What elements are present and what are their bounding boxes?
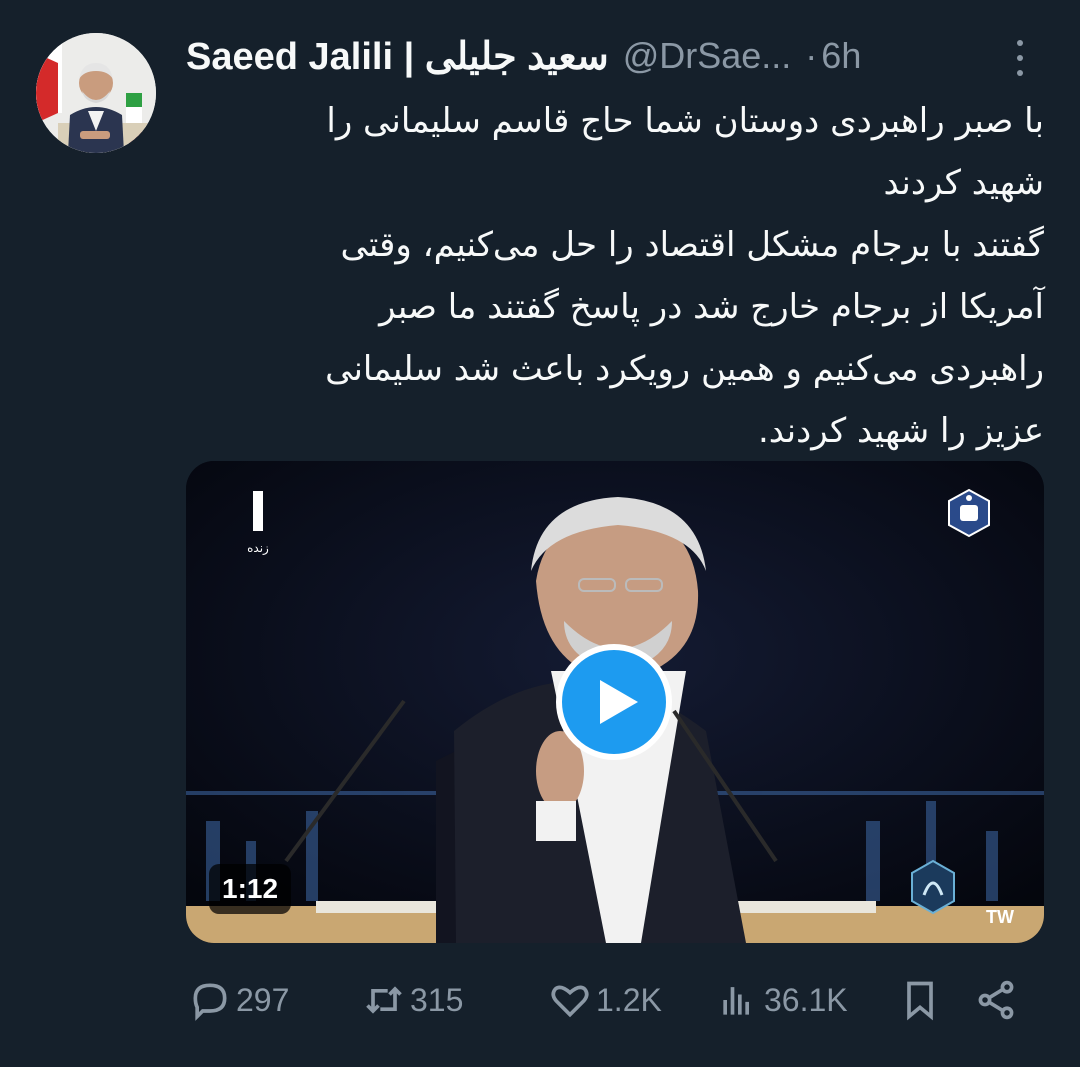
video-player[interactable]: زنده TW 1:12 bbox=[186, 461, 1044, 943]
heart-icon bbox=[551, 985, 589, 1018]
views-button[interactable]: 36.1K bbox=[716, 972, 848, 1028]
avatar-photo bbox=[36, 33, 156, 153]
channel-logo-icon bbox=[948, 488, 990, 538]
tweet-actions: 297 315 1.2K 36.1K bbox=[186, 972, 1044, 1028]
reply-icon bbox=[193, 983, 227, 1021]
like-count: 1.2K bbox=[596, 981, 662, 1018]
tweet-timestamp[interactable]: 6h bbox=[821, 35, 861, 77]
author-display-name[interactable]: Saeed Jalili | سعید جلیلی bbox=[186, 34, 609, 79]
author-avatar[interactable] bbox=[36, 33, 156, 153]
live-label: زنده bbox=[247, 541, 269, 555]
tweet-text-line: عزیز را شهید کردند. bbox=[757, 411, 1044, 451]
bookmark-button[interactable] bbox=[898, 972, 942, 1028]
tweet-text-line: گفتند با برجام مشکل اقتصاد را حل می‌کنیم… bbox=[340, 225, 1044, 265]
separator-dot: · bbox=[805, 35, 818, 76]
retweet-button[interactable]: 315 bbox=[362, 972, 463, 1028]
play-button[interactable] bbox=[556, 644, 672, 760]
tweet-text-line: با صبر راهبردی دوستان شما حاج قاسم سلیما… bbox=[326, 101, 1044, 141]
views-chart-icon bbox=[723, 987, 749, 1015]
tweet-text-line: آمریکا از برجام خارج شد در پاسخ گفتند ما… bbox=[379, 287, 1044, 327]
play-icon bbox=[600, 680, 638, 724]
tweet-text-line: راهبردی می‌کنیم و همین رویکرد باعث شد سل… bbox=[325, 349, 1044, 389]
view-count: 36.1K bbox=[764, 981, 848, 1018]
reply-button[interactable]: 297 bbox=[188, 972, 289, 1028]
like-button[interactable]: 1.2K bbox=[548, 972, 662, 1028]
event-logo-icon bbox=[911, 859, 955, 915]
live-badge: زنده bbox=[238, 491, 278, 571]
tweet-text: با صبر راهبردی دوستان شما حاج قاسم سلیما… bbox=[186, 90, 1044, 462]
more-options-icon[interactable] bbox=[1005, 38, 1035, 78]
channel-number-mark bbox=[253, 491, 263, 531]
share-button[interactable] bbox=[974, 972, 1018, 1028]
tweet-card[interactable]: Saeed Jalili | سعید جلیلی @DrSae... · 6h… bbox=[0, 0, 1080, 1067]
video-duration: 1:12 bbox=[209, 864, 292, 914]
retweet-count: 315 bbox=[410, 981, 464, 1018]
reply-count: 297 bbox=[236, 981, 290, 1018]
author-handle[interactable]: @DrSae... bbox=[623, 35, 792, 77]
watermark: TW bbox=[986, 907, 1014, 927]
retweet-icon bbox=[366, 986, 402, 1014]
bookmark-icon bbox=[907, 981, 933, 1021]
share-icon bbox=[978, 980, 1014, 1020]
tweet-header: Saeed Jalili | سعید جلیلی @DrSae... · 6h bbox=[186, 30, 1046, 82]
tweet-text-line: شهید کردند bbox=[883, 163, 1044, 203]
